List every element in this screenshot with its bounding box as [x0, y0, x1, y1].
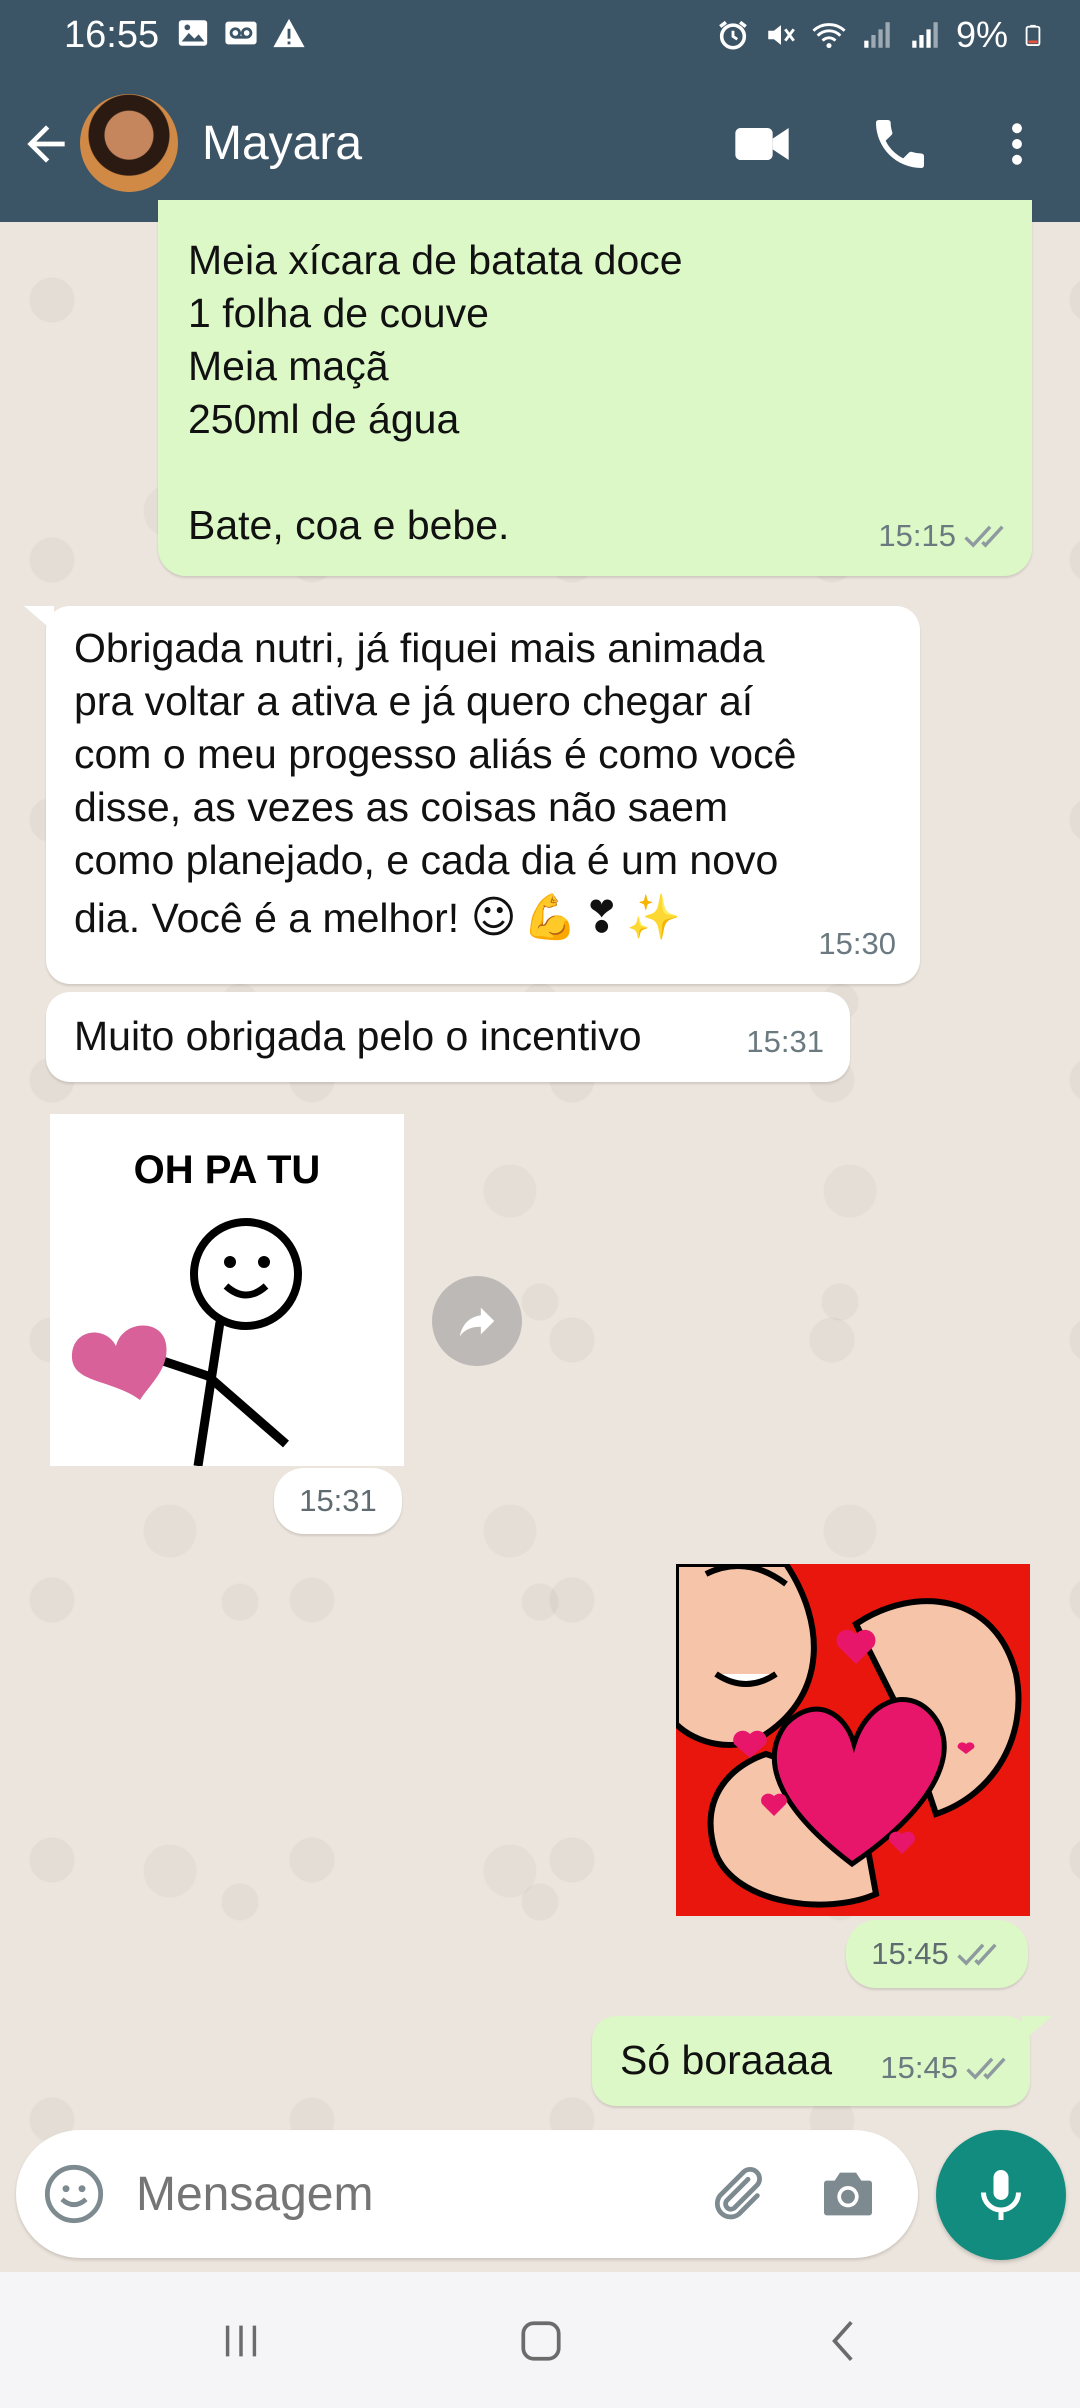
message-time: 15:31	[299, 1483, 377, 1518]
message-meta: 15:30	[818, 917, 896, 970]
voicemail-notification-icon	[225, 21, 257, 45]
message-line: Meia maçã	[188, 343, 389, 389]
recents-icon[interactable]	[218, 2318, 264, 2364]
battery-icon	[1025, 24, 1041, 46]
sticker-incoming[interactable]: OH PA TU	[50, 1114, 404, 1466]
sticker-time: 15:45	[846, 1920, 1028, 1988]
message-meta: 15:31	[746, 1015, 824, 1068]
status-right-icons: 9%	[716, 14, 1044, 56]
message-line: pra voltar a ativa e já quero chegar aí	[74, 678, 754, 724]
mute-icon	[768, 25, 795, 45]
read-ticks-icon	[964, 525, 1004, 548]
message-composer	[16, 2130, 918, 2258]
message-line: 1 folha de couve	[188, 290, 489, 336]
status-left-icons	[176, 16, 306, 50]
message-bubble-outgoing[interactable]: Meia xícara de batata doce 1 folha de co…	[158, 200, 1032, 576]
system-nav-bar	[0, 2272, 1080, 2408]
message-line: com o meu progesso aliás é como você	[74, 731, 797, 777]
alarm-icon	[719, 20, 747, 50]
mic-button[interactable]	[936, 2130, 1066, 2260]
forward-button[interactable]	[432, 1276, 522, 1366]
avatar[interactable]	[80, 94, 178, 192]
message-meta: 15:15	[878, 509, 1010, 562]
bubble-tail	[1022, 2016, 1052, 2042]
bubble-tail	[24, 606, 54, 632]
message-line	[188, 446, 683, 499]
top-bar: 16:55 9% Mayara	[0, 0, 1080, 222]
message-line: como planejado, e cada dia é um novo	[74, 837, 779, 883]
video-call-icon[interactable]	[730, 112, 794, 176]
contact-name[interactable]: Mayara	[202, 116, 362, 171]
phone-icon[interactable]	[868, 112, 932, 176]
message-text: Obrigada nutri, já fiquei mais animada p…	[74, 622, 796, 949]
message-time: 15:45	[871, 1936, 949, 1971]
back-arrow-icon[interactable]	[18, 116, 74, 172]
message-time: 15:31	[746, 1024, 824, 1059]
more-vert-icon[interactable]	[990, 112, 1044, 176]
message-line: dia. Você é a melhor!	[74, 895, 460, 941]
forward-icon	[459, 1307, 495, 1337]
read-ticks-icon	[957, 1943, 997, 1966]
signal-icon-2	[912, 22, 938, 48]
message-time: 15:45	[880, 2050, 958, 2085]
signal-icon-1	[864, 22, 890, 48]
wifi-icon	[812, 23, 846, 49]
status-bar: 16:55 9%	[0, 0, 1080, 72]
message-line: disse, as vezes as coisas não saem	[74, 784, 729, 830]
heart-hands-illustration	[673, 1561, 1030, 1916]
image-notification-icon	[178, 20, 208, 46]
emoji-icon[interactable]	[42, 2162, 106, 2226]
message-text: Só boraaaa	[620, 2037, 833, 2083]
mic-icon	[981, 2170, 1021, 2220]
message-line: Obrigada nutri, já fiquei mais animada	[74, 625, 765, 671]
home-icon[interactable]	[516, 2316, 566, 2366]
message-line: Bate, coa e bebe.	[188, 502, 510, 548]
message-line: 250ml de água	[188, 396, 460, 442]
message-text: Muito obrigada pelo o incentivo	[74, 1013, 642, 1059]
status-time: 16:55	[64, 14, 160, 56]
battery-percent: 9%	[955, 14, 1008, 55]
attach-icon[interactable]	[704, 2162, 768, 2226]
message-meta: 15:45	[880, 2041, 1012, 2094]
message-line: Meia xícara de batata doce	[188, 237, 683, 283]
camera-icon[interactable]	[816, 2162, 880, 2226]
message-time: 15:15	[878, 518, 956, 553]
message-text: Meia xícara de batata doce 1 folha de co…	[188, 234, 683, 552]
sticker-outgoing[interactable]	[673, 1561, 1030, 1916]
stick-figure-illustration	[71, 1218, 302, 1466]
read-ticks-icon	[966, 2057, 1006, 2080]
message-bubble-incoming[interactable]: Muito obrigada pelo o incentivo 15:31	[46, 992, 850, 1082]
message-bubble-outgoing[interactable]: Só boraaaa 15:45	[592, 2016, 1052, 2106]
message-time: 15:30	[818, 926, 896, 961]
sticker-time: 15:31	[274, 1468, 402, 1534]
warning-icon	[273, 18, 305, 48]
back-icon[interactable]	[820, 2316, 870, 2366]
message-input[interactable]	[134, 2158, 698, 2230]
message-emojis: ☺💪❣✨	[470, 892, 687, 943]
message-bubble-incoming[interactable]: Obrigada nutri, já fiquei mais animada p…	[24, 606, 920, 984]
